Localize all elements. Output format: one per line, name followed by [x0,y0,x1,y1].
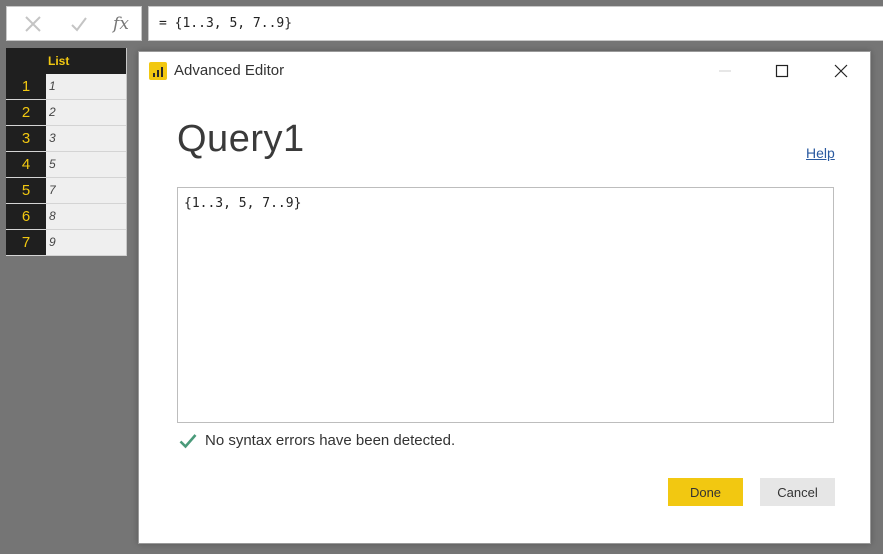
table-row: 4 5 [6,152,126,178]
close-icon [25,15,41,32]
table-row: 1 1 [6,74,126,100]
table-row: 6 8 [6,204,126,230]
formula-bar-buttons: fx [6,6,142,41]
table-row: 3 3 [6,126,126,152]
table-row: 5 7 [6,178,126,204]
column-header-list[interactable]: List [46,48,126,74]
commit-formula-button[interactable] [59,7,99,40]
grid-corner[interactable] [6,48,46,74]
checkmark-icon [71,16,87,32]
dialog-title: Advanced Editor [174,62,285,79]
syntax-status: No syntax errors have been detected. [179,432,455,449]
row-number[interactable]: 2 [6,100,46,125]
table-cell[interactable]: 8 [46,204,126,229]
table-cell[interactable]: 1 [46,74,126,99]
dialog-titlebar[interactable]: Advanced Editor [139,52,870,90]
query-name: Query1 [177,118,305,160]
minimize-icon [719,70,731,72]
power-bi-icon [149,62,167,80]
row-number[interactable]: 6 [6,204,46,229]
grid-header: List [6,48,126,74]
minimize-button[interactable] [702,52,748,90]
row-number[interactable]: 3 [6,126,46,151]
checkmark-icon [179,433,197,448]
row-number[interactable]: 5 [6,178,46,203]
formula-input[interactable]: = {1..3, 5, 7..9} [148,6,883,41]
maximize-icon [775,64,789,78]
insert-function-button[interactable]: fx [101,7,141,40]
row-number[interactable]: 4 [6,152,46,177]
table-cell[interactable]: 5 [46,152,126,177]
table-cell[interactable]: 2 [46,100,126,125]
close-button[interactable] [818,52,864,90]
help-link[interactable]: Help [806,145,835,161]
advanced-editor-dialog: Advanced Editor Query1 Help {1..3, 5, 7.… [138,51,871,544]
table-cell[interactable]: 9 [46,230,126,255]
code-editor[interactable]: {1..3, 5, 7..9} [177,187,834,423]
status-text: No syntax errors have been detected. [205,432,456,449]
cancel-button[interactable]: Cancel [760,478,835,506]
row-number[interactable]: 1 [6,74,46,99]
table-cell[interactable]: 3 [46,126,126,151]
formula-bar: fx = {1..3, 5, 7..9} [0,0,883,46]
cancel-formula-button[interactable] [13,7,53,40]
row-number[interactable]: 7 [6,230,46,255]
table-cell[interactable]: 7 [46,178,126,203]
fx-icon: fx [113,13,129,34]
data-grid: List 1 1 2 2 3 3 4 5 5 7 6 8 7 9 [6,48,127,256]
table-row: 7 9 [6,230,126,256]
close-icon [834,64,848,78]
done-button[interactable]: Done [668,478,743,506]
maximize-button[interactable] [759,52,805,90]
table-row: 2 2 [6,100,126,126]
